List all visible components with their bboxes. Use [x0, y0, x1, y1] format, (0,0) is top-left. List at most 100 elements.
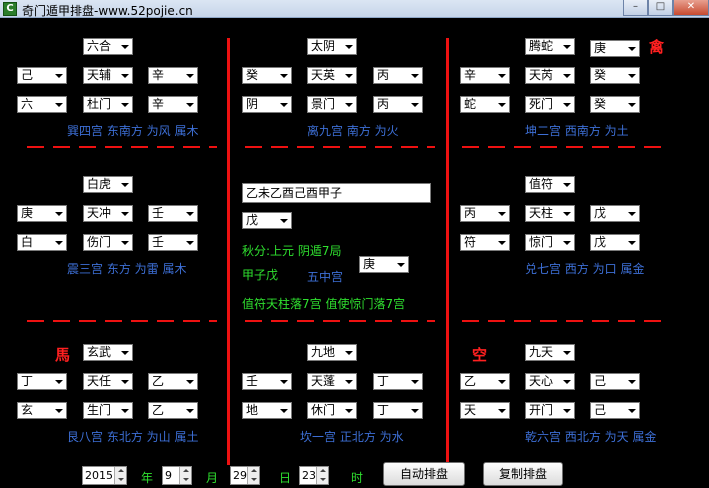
spin-arrows-icon[interactable]	[179, 467, 191, 484]
chevron-down-icon	[625, 207, 638, 220]
deity-select[interactable]: 白虎	[83, 176, 133, 193]
deity-short-select[interactable]: 天	[460, 402, 510, 419]
door-select[interactable]: 开门	[525, 402, 575, 419]
heaven-stem-select[interactable]: 庚	[17, 205, 67, 222]
chevron-down-icon	[342, 375, 355, 388]
earth-stem-select[interactable]: 戊	[590, 205, 640, 222]
stem-select[interactable]: 丁	[373, 402, 423, 419]
chevron-down-icon	[408, 98, 421, 111]
star-select[interactable]: 天芮	[525, 67, 575, 84]
star-select[interactable]: 天柱	[525, 205, 575, 222]
chevron-down-icon	[625, 375, 638, 388]
door-select[interactable]: 休门	[307, 402, 357, 419]
chevron-down-icon	[342, 98, 355, 111]
heaven-stem-select[interactable]: 己	[17, 67, 67, 84]
side-stem-select[interactable]: 庚	[590, 40, 640, 57]
heaven-stem-select[interactable]: 癸	[242, 67, 292, 84]
deity-short-select[interactable]: 符	[460, 234, 510, 251]
hour-spinner[interactable]: 23	[299, 466, 329, 485]
chevron-down-icon	[183, 236, 196, 249]
close-button[interactable]: ✕	[673, 0, 709, 16]
star-select[interactable]: 天蓬	[307, 373, 357, 390]
door-select[interactable]: 生门	[83, 402, 133, 419]
door-select[interactable]: 惊门	[525, 234, 575, 251]
chevron-down-icon	[183, 98, 196, 111]
deity-select[interactable]: 九地	[307, 344, 357, 361]
chevron-down-icon	[560, 346, 573, 359]
stem-select[interactable]: 己	[590, 402, 640, 419]
heaven-stem-select[interactable]: 丁	[17, 373, 67, 390]
earth-stem-select[interactable]: 癸	[590, 67, 640, 84]
deity-short-select[interactable]: 六	[17, 96, 67, 113]
stem-select[interactable]: 戊	[590, 234, 640, 251]
door-select[interactable]: 景门	[307, 96, 357, 113]
year-spinner[interactable]: 2015	[82, 466, 127, 485]
deity-short-select[interactable]: 玄	[17, 402, 67, 419]
stem-select[interactable]: 癸	[590, 96, 640, 113]
deity-short-select[interactable]: 地	[242, 402, 292, 419]
deity-select[interactable]: 六合	[83, 38, 133, 55]
deity-select[interactable]: 玄武	[83, 344, 133, 361]
stem-select[interactable]: 乙	[148, 402, 198, 419]
spin-arrows-icon[interactable]	[247, 467, 259, 484]
stem-select[interactable]: 壬	[148, 234, 198, 251]
deity-select[interactable]: 九天	[525, 344, 575, 361]
stem-select[interactable]: 辛	[148, 96, 198, 113]
deity-short-select[interactable]: 白	[17, 234, 67, 251]
palace-info: 乾六宫 西北方 为天 属金	[525, 430, 657, 444]
stem-select[interactable]: 丙	[373, 96, 423, 113]
deity-short-select[interactable]: 蛇	[460, 96, 510, 113]
month-spinner[interactable]: 9	[162, 466, 192, 485]
earth-stem-select[interactable]: 丁	[373, 373, 423, 390]
chevron-down-icon	[118, 98, 131, 111]
earth-stem-select[interactable]: 己	[590, 373, 640, 390]
grid-divider-row1-left	[27, 146, 217, 148]
chevron-down-icon	[277, 404, 290, 417]
auto-arrange-button[interactable]: 自动排盘	[383, 462, 465, 486]
grid-divider-row2-left	[27, 320, 217, 322]
star-select[interactable]: 天英	[307, 67, 357, 84]
palace-info: 坤二宫 西南方 为土	[525, 124, 629, 138]
chevron-down-icon	[495, 98, 508, 111]
center-palace-select[interactable]: 庚	[359, 256, 409, 273]
star-select[interactable]: 天冲	[83, 205, 133, 222]
palace-info: 巽四宫 东南方 为风 属木	[67, 124, 199, 138]
heaven-stem-select[interactable]: 壬	[242, 373, 292, 390]
deity-select[interactable]: 太阴	[307, 38, 357, 55]
spin-arrows-icon[interactable]	[114, 467, 126, 484]
copy-arrangement-button[interactable]: 复制排盘	[483, 462, 563, 486]
maximize-button[interactable]: □	[648, 0, 673, 16]
minimize-button[interactable]: –	[623, 0, 648, 16]
earth-stem-select[interactable]: 丙	[373, 67, 423, 84]
heaven-stem-select[interactable]: 辛	[460, 67, 510, 84]
deity-select[interactable]: 值符	[525, 176, 575, 193]
earth-stem-select[interactable]: 辛	[148, 67, 198, 84]
chevron-down-icon	[52, 69, 65, 82]
deity-short-select[interactable]: 阴	[242, 96, 292, 113]
door-select[interactable]: 死门	[525, 96, 575, 113]
app-icon: C	[3, 2, 17, 16]
star-select[interactable]: 天心	[525, 373, 575, 390]
day-spinner[interactable]: 29	[230, 466, 260, 485]
app-window: C 奇门遁甲排盘-www.52pojie.cn – □ ✕ 六合 己 天辅 辛 …	[0, 0, 709, 488]
star-select[interactable]: 天任	[83, 373, 133, 390]
earth-stem-select[interactable]: 壬	[148, 205, 198, 222]
chevron-down-icon	[625, 98, 638, 111]
earth-stem-select[interactable]: 乙	[148, 373, 198, 390]
heaven-stem-select[interactable]: 乙	[460, 373, 510, 390]
chevron-down-icon	[342, 346, 355, 359]
heaven-stem-select[interactable]: 丙	[460, 205, 510, 222]
spin-arrows-icon[interactable]	[316, 467, 328, 484]
ganzhi-input[interactable]: 乙未乙酉己酉甲子	[242, 183, 431, 203]
center-stem-select[interactable]: 戊	[242, 212, 292, 229]
door-select[interactable]: 杜门	[83, 96, 133, 113]
door-select[interactable]: 伤门	[83, 234, 133, 251]
month-label: 月	[206, 471, 219, 485]
deity-select[interactable]: 腾蛇	[525, 38, 575, 55]
star-select[interactable]: 天辅	[83, 67, 133, 84]
hour-label: 时	[351, 471, 364, 485]
chevron-down-icon	[560, 178, 573, 191]
chevron-down-icon	[118, 40, 131, 53]
chevron-down-icon	[118, 236, 131, 249]
chevron-down-icon	[560, 98, 573, 111]
